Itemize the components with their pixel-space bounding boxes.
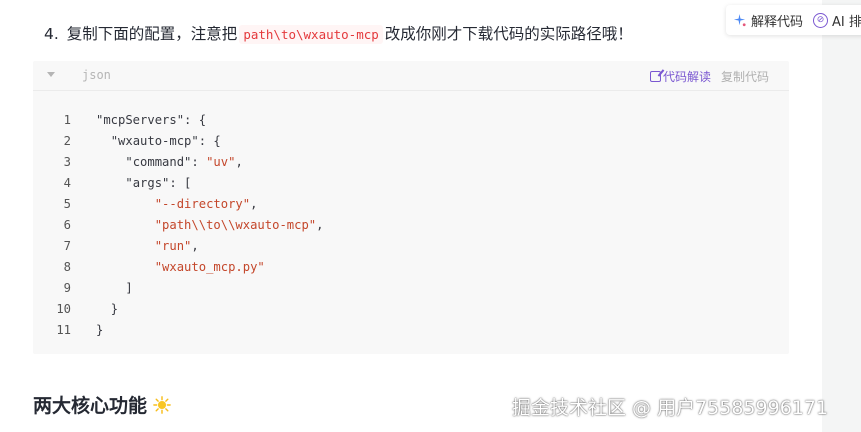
sparkle-icon — [733, 13, 746, 26]
code-text: "wxauto-mcp": { — [71, 131, 221, 152]
collapse-triangle-icon[interactable] — [47, 72, 55, 77]
line-number: 1 — [63, 113, 71, 127]
code-header: json 代码解读 复制代码 — [33, 61, 789, 91]
step-text-before: 复制下面的配置，注意把 — [66, 25, 238, 43]
explain-code-toolbar-button[interactable]: 解释代码 — [732, 11, 803, 30]
line-number: 10 — [56, 302, 71, 316]
code-text: } — [71, 320, 103, 341]
code-string: "wxauto_mcp.py" — [154, 260, 265, 274]
line-number: 11 — [56, 323, 71, 337]
code-token: } — [110, 302, 119, 316]
code-line: 9 ] — [33, 278, 789, 299]
code-punctuation: , — [191, 239, 199, 253]
code-text: "args": [ — [71, 173, 191, 194]
ai-label: AI 排 — [832, 14, 861, 30]
code-token: "args": [ — [125, 176, 192, 190]
line-number: 6 — [63, 218, 71, 232]
line-number: 5 — [63, 197, 71, 211]
code-text: "mcpServers": { — [71, 110, 206, 131]
ai-compass-icon: ⊘ — [813, 12, 829, 28]
line-number: 9 — [63, 281, 71, 295]
code-text: "wxauto_mcp.py" — [71, 257, 265, 278]
code-line: 6 "path\\to\\wxauto-mcp", — [33, 215, 789, 236]
code-punctuation: , — [316, 218, 324, 232]
step-instruction: 4. 复制下面的配置，注意把 path\to\wxauto-mcp 改成你刚才下载代码… — [44, 22, 633, 44]
inline-path-code: path\to\wxauto-mcp — [239, 25, 383, 44]
code-token: } — [96, 323, 104, 337]
code-token: ] — [125, 281, 133, 295]
code-line: 8 "wxauto_mcp.py" — [33, 257, 789, 278]
line-number: 7 — [63, 239, 71, 253]
code-line: 2 "wxauto-mcp": { — [33, 131, 789, 152]
code-text: "command": "uv", — [71, 152, 243, 173]
copy-code-button[interactable]: 复制代码 — [721, 68, 769, 85]
code-punctuation: , — [250, 197, 258, 211]
code-token: "wxauto-mcp": { — [110, 134, 221, 148]
line-number: 4 — [63, 176, 71, 190]
explain-code-label: 解释代码 — [751, 14, 804, 30]
code-language: json — [82, 68, 111, 82]
right-scroll-strip — [822, 0, 861, 432]
edit-icon — [650, 71, 661, 82]
code-text: } — [71, 299, 118, 320]
sun-icon — [153, 395, 171, 414]
code-line: 3 "command": "uv", — [33, 152, 789, 173]
line-number: 8 — [63, 260, 71, 274]
code-string: "uv" — [206, 155, 236, 169]
code-text: "path\\to\\wxauto-mcp", — [71, 215, 324, 236]
code-line: 10 } — [33, 299, 789, 320]
code-string: "run" — [154, 239, 192, 253]
code-block: json 代码解读 复制代码 1 "mcpServers": { 2 "wxauto… — [33, 61, 789, 354]
code-text: ] — [71, 278, 133, 299]
code-text: "--directory", — [71, 194, 258, 215]
line-number: 3 — [63, 155, 71, 169]
section-title-text: 两大核心功能 — [33, 396, 148, 417]
code-token: "mcpServers": { — [96, 113, 207, 127]
line-number: 2 — [63, 134, 71, 148]
code-line: 4 "args": [ — [33, 173, 789, 194]
code-punctuation: , — [235, 155, 243, 169]
code-line: 1 "mcpServers": { — [33, 110, 789, 131]
code-explain-button[interactable]: 代码解读 — [650, 68, 711, 85]
code-line: 7 "run", — [33, 236, 789, 257]
code-line: 11} — [33, 320, 789, 341]
code-line: 5 "--directory", — [33, 194, 789, 215]
section-heading: 两大核心功能 — [33, 391, 171, 418]
ai-toolbar-button[interactable]: ⊘ AI 排 — [813, 11, 861, 30]
code-token: "command": — [125, 155, 207, 169]
code-string: "--directory" — [154, 197, 251, 211]
watermark: 掘金技术社区 @ 用户7558599617­1 — [512, 397, 829, 419]
step-number: 4. — [44, 25, 59, 43]
code-string: "path\\to\\wxauto-mcp" — [154, 218, 317, 232]
step-text-after: 改成你刚才下载代码的实际路径哦！ — [384, 25, 633, 43]
code-text: "run", — [71, 236, 199, 257]
selection-toolbar: 解释代码 ⊘ AI 排 — [726, 5, 861, 35]
code-body[interactable]: 1 "mcpServers": {2 "wxauto-mcp": {3 "comm… — [33, 91, 789, 341]
code-explain-label: 代码解读 — [663, 70, 712, 84]
